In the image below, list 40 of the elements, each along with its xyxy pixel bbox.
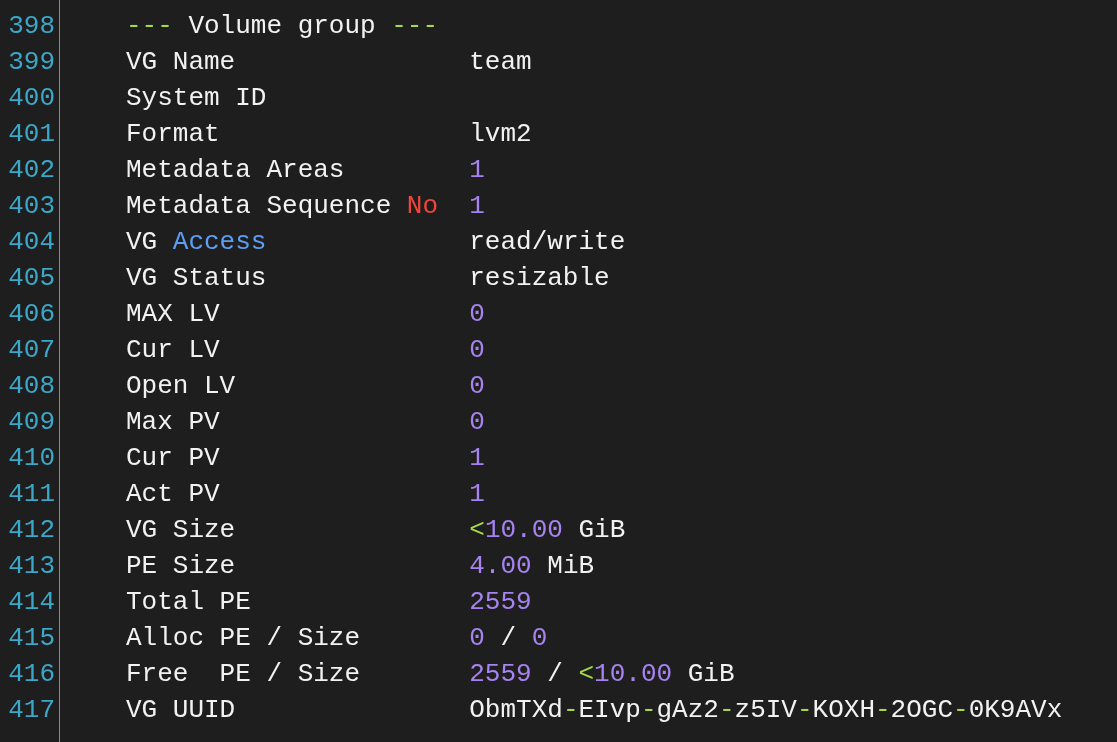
- line-number: 399: [8, 46, 55, 79]
- code-line: MAX LV 0: [126, 298, 485, 331]
- code-line: Act PV 1: [126, 478, 485, 511]
- code-line: System ID: [126, 82, 267, 115]
- line-number: 416: [8, 658, 55, 691]
- code-line: VG Size <10.00 GiB: [126, 514, 626, 547]
- line-number: 411: [8, 478, 55, 511]
- code-line: Max PV 0: [126, 406, 485, 439]
- code-line: VG Access read/write: [126, 226, 626, 259]
- code-line: Metadata Areas 1: [126, 154, 485, 187]
- line-number: 404: [8, 226, 55, 259]
- code-line: Open LV 0: [126, 370, 485, 403]
- line-number: 408: [8, 370, 55, 403]
- line-number: 407: [8, 334, 55, 367]
- code-line: Cur PV 1: [126, 442, 485, 475]
- line-number: 401: [8, 118, 55, 151]
- line-number: 402: [8, 154, 55, 187]
- code-line: VG UUID ObmTXd-EIvp-gAz2-z5IV-KOXH-2OGC-0K9AVx: [126, 694, 1063, 727]
- line-number: 412: [8, 514, 55, 547]
- code-line: Cur LV 0: [126, 334, 485, 367]
- code-line: PE Size 4.00 MiB: [126, 550, 595, 583]
- line-number: 417: [8, 694, 55, 727]
- line-number: 398: [8, 10, 55, 43]
- line-number: 410: [8, 442, 55, 475]
- code-line: Metadata Sequence No 1: [126, 190, 485, 223]
- code-line: Format lvm2: [126, 118, 532, 151]
- line-number: 403: [8, 190, 55, 223]
- line-number: 405: [8, 262, 55, 295]
- line-number: 409: [8, 406, 55, 439]
- code-line: VG Name team: [126, 46, 532, 79]
- code-line: Free PE / Size 2559 / <10.00 GiB: [126, 658, 735, 691]
- code-line: Alloc PE / Size 0 / 0: [126, 622, 548, 655]
- line-number: 406: [8, 298, 55, 331]
- line-number: 414: [8, 586, 55, 619]
- code-line: --- Volume group ---: [126, 10, 439, 43]
- line-number: 413: [8, 550, 55, 583]
- code-line: VG Status resizable: [126, 262, 610, 295]
- code-line: Total PE 2559: [126, 586, 532, 619]
- line-number: 400: [8, 82, 55, 115]
- line-number: 415: [8, 622, 55, 655]
